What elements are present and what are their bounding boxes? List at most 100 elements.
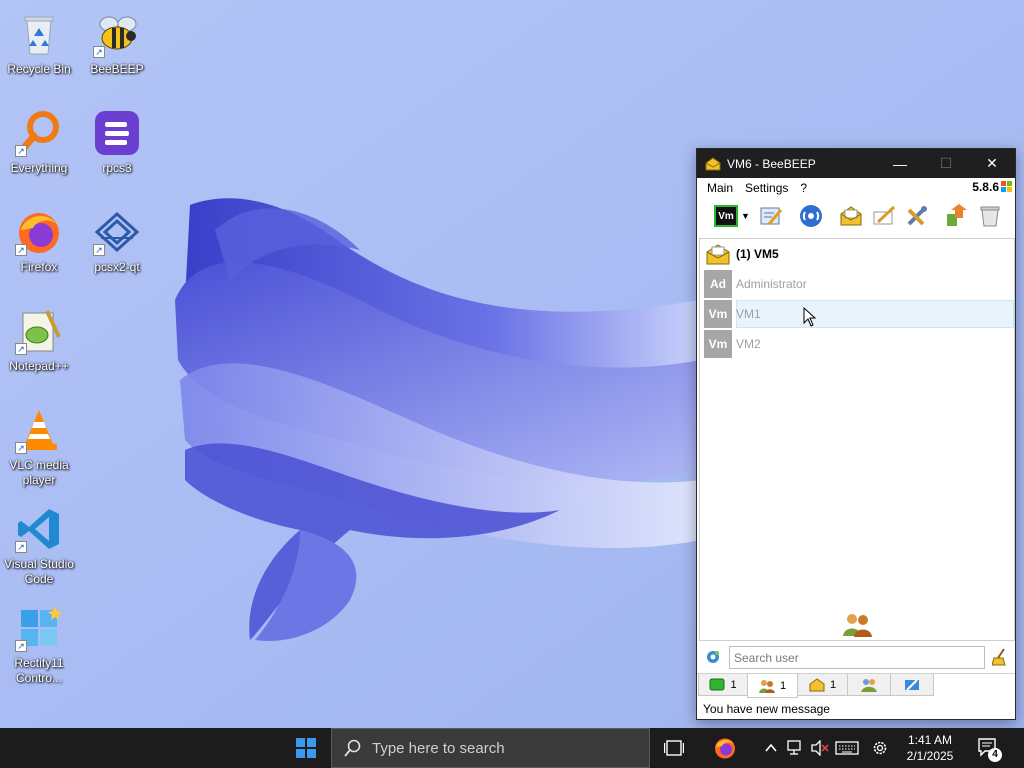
gear-icon	[873, 741, 887, 755]
taskbar-clock[interactable]: 1:41 AM 2/1/2025	[897, 732, 963, 764]
task-view-button[interactable]	[660, 728, 688, 768]
toolbar: Vm ▼	[697, 198, 1015, 234]
close-button[interactable]: ✕	[969, 149, 1015, 178]
user-name: VM1	[736, 307, 761, 321]
desktop-icon-notepadpp[interactable]: ↗ Notepad++	[0, 301, 78, 391]
clock-date: 2/1/2025	[906, 749, 954, 763]
list-item[interactable]: Vm VM1	[700, 299, 1014, 329]
desktop-icon-label: Recycle Bin	[7, 62, 71, 76]
beebeep-window: VM6 - BeeBEEP — ☐ ✕ Main Settings ? 5.8.…	[696, 148, 1016, 720]
firefox-icon	[715, 738, 735, 759]
message-button[interactable]	[838, 203, 864, 229]
desktop-icon-label: rpcs3	[102, 161, 132, 175]
shortcut-arrow-icon: ↗	[93, 46, 105, 58]
tools-button[interactable]	[904, 203, 930, 229]
desktop-icon-vscode[interactable]: ↗ Visual Studio Code	[0, 499, 78, 599]
desktop-icon-label: Everything	[10, 161, 68, 175]
menu-settings[interactable]: Settings	[739, 181, 794, 195]
settings-tray-button[interactable]	[869, 728, 891, 768]
network-tray-button[interactable]	[786, 728, 806, 768]
network-button[interactable]	[798, 203, 824, 229]
list-item[interactable]: Ad Administrator	[700, 269, 1014, 299]
desktop-icon-rectify11[interactable]: ↗ Rectify11 Contro...	[0, 598, 78, 698]
shortcut-arrow-icon: ↗	[15, 244, 27, 256]
clear-search-icon[interactable]	[992, 648, 1008, 666]
menu-main[interactable]: Main	[701, 181, 739, 195]
network-tray-icon	[787, 740, 801, 755]
shortcut-arrow-icon: ↗	[93, 244, 105, 256]
desktop-icon-vlc[interactable]: ↗ VLC media player	[0, 400, 78, 500]
search-settings-icon[interactable]	[705, 649, 721, 665]
shortcut-arrow-icon: ↗	[15, 442, 27, 454]
desktop-icon-beebeep[interactable]: ↗ BeeBEEP	[78, 4, 156, 94]
vlc-icon: ↗	[15, 406, 63, 454]
list-item[interactable]: (1) VM5	[700, 239, 1014, 269]
vscode-icon: ↗	[15, 505, 63, 553]
share-icon	[947, 204, 967, 226]
desktop-icon-rpcs3[interactable]: rpcs3	[78, 103, 156, 193]
tab-count: 1	[779, 679, 787, 692]
search-input[interactable]	[729, 646, 985, 669]
message-icon	[840, 206, 862, 226]
desktop-icon-everything[interactable]: ↗ Everything	[0, 103, 78, 193]
share-button[interactable]	[944, 203, 970, 229]
windows-logo-icon	[296, 738, 316, 758]
avatar: Ad	[704, 270, 732, 298]
notification-badge: 4	[988, 748, 1002, 762]
rectify11-icon: ↗	[15, 604, 63, 652]
shortcut-arrow-icon: ↗	[15, 145, 27, 157]
show-hidden-icons-button[interactable]	[762, 728, 780, 768]
trash-button[interactable]	[977, 203, 1003, 229]
tab-groups[interactable]: 1	[797, 674, 848, 696]
version-label: 5.8.6	[972, 180, 999, 194]
groups-tab-icon	[809, 677, 825, 691]
status-label: Vm	[718, 210, 734, 222]
taskbar-firefox[interactable]	[711, 728, 739, 768]
tools-icon	[907, 206, 927, 226]
start-button[interactable]	[283, 728, 329, 768]
tab-count: 1	[829, 678, 837, 691]
chevron-up-icon	[765, 743, 777, 752]
volume-muted-icon	[811, 740, 829, 756]
keyboard-icon	[835, 741, 859, 755]
users-tab-icon	[758, 679, 775, 693]
user-name: (1) VM5	[736, 247, 779, 261]
status-bar: You have new message	[703, 702, 830, 716]
desktop-icon-label: Notepad++	[9, 359, 69, 373]
firefox-icon: ↗	[15, 208, 63, 256]
maximize-button[interactable]: ☐	[923, 149, 969, 178]
desktop-icon-label: Visual Studio Code	[4, 557, 74, 586]
rpcs3-icon	[93, 109, 141, 157]
volume-tray-button[interactable]	[810, 728, 830, 768]
task-view-icon	[664, 740, 684, 756]
notification-center-button[interactable]: 4	[976, 728, 1002, 768]
desktop-icon-firefox[interactable]: ↗ Firefox	[0, 202, 78, 292]
bee-icon: ↗	[93, 10, 141, 58]
user-list: (1) VM5 Ad Administrator Vm VM1 Vm VM2	[699, 238, 1015, 641]
keyboard-tray-button[interactable]	[834, 728, 860, 768]
windows-flag-icon	[1001, 181, 1012, 192]
pcsx2-icon: ↗	[93, 208, 141, 256]
desktop-icon-label: pcsx2-qt	[94, 260, 140, 274]
desktop-icon-recycle-bin[interactable]: Recycle Bin	[0, 4, 78, 94]
status-button[interactable]: Vm ▼	[713, 203, 751, 229]
window-titlebar[interactable]: VM6 - BeeBEEP — ☐ ✕	[697, 149, 1015, 178]
taskbar: Type here to search 1:41 AM 2/1/2025 4	[0, 728, 1024, 768]
clock-time: 1:41 AM	[907, 733, 953, 747]
avatar: Vm	[704, 300, 732, 328]
tab-users[interactable]: 1	[747, 674, 798, 698]
edit-profile-button[interactable]	[758, 203, 784, 229]
minimize-button[interactable]: —	[877, 149, 923, 178]
desktop-icon-label: BeeBEEP	[90, 62, 144, 76]
chevron-down-icon: ▼	[741, 211, 750, 221]
write-button[interactable]	[871, 203, 897, 229]
tab-files[interactable]	[890, 674, 934, 696]
tab-chats[interactable]: 1	[698, 674, 748, 696]
shortcut-arrow-icon: ↗	[15, 343, 27, 355]
magnifier-icon: ↗	[15, 109, 63, 157]
list-item[interactable]: Vm VM2	[700, 329, 1014, 359]
desktop-icon-pcsx2[interactable]: ↗ pcsx2-qt	[78, 202, 156, 292]
menu-help[interactable]: ?	[794, 181, 813, 195]
taskbar-search[interactable]: Type here to search	[331, 728, 650, 768]
tab-people[interactable]	[847, 674, 891, 696]
